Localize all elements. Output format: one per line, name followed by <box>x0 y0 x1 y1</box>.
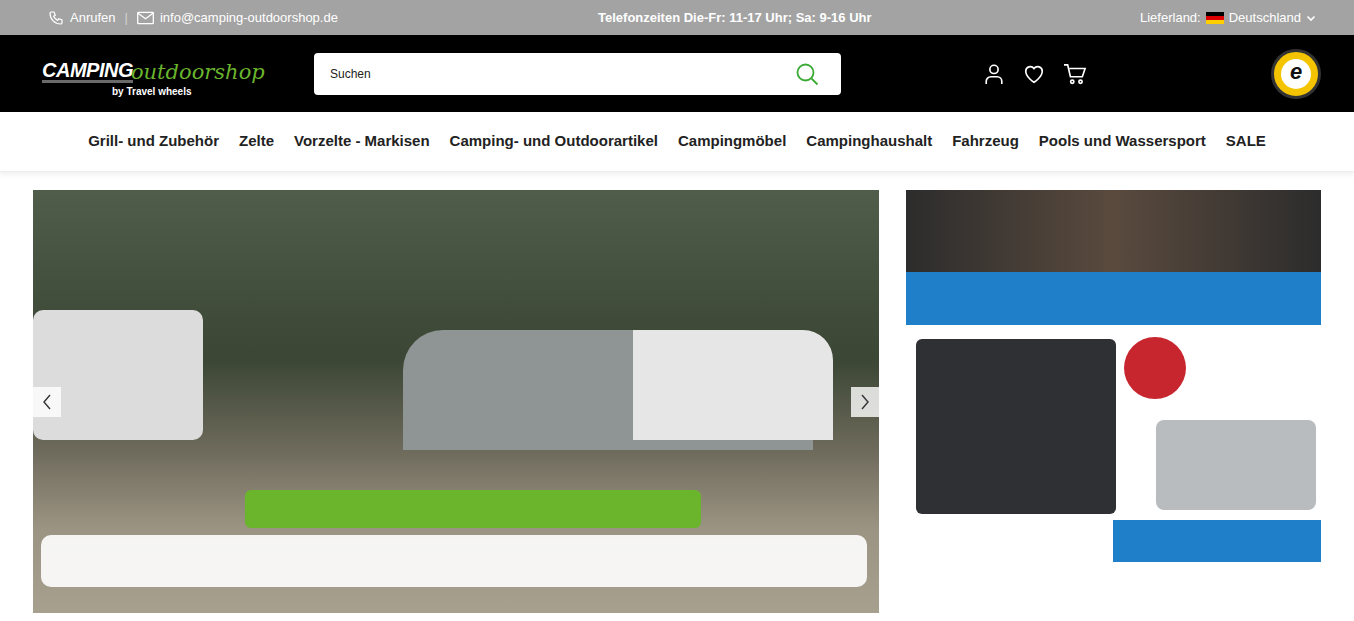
main-nav: Grill- und Zubehör Zelte Vorzelte - Markis… <box>0 112 1354 172</box>
country-label: Lieferland: <box>1140 8 1201 28</box>
email-link[interactable]: info@camping-outdoorshop.de <box>160 8 338 28</box>
mail-icon <box>137 11 154 25</box>
nav-item[interactable]: Campinghaushalt <box>806 130 932 153</box>
nav-item[interactable]: Vorzelte - Markisen <box>294 130 430 153</box>
account-icon[interactable] <box>983 63 1005 85</box>
call-link[interactable]: Anrufen <box>70 8 116 28</box>
hero-slider[interactable] <box>33 190 879 613</box>
chevron-left-icon <box>42 394 52 410</box>
cart-icon[interactable] <box>1063 63 1087 85</box>
nav-item[interactable]: Fahrzeug <box>952 130 1019 153</box>
promo-banner[interactable] <box>906 190 1321 613</box>
heart-icon[interactable] <box>1023 63 1045 85</box>
slider-prev-button[interactable] <box>33 387 61 417</box>
search-box <box>314 53 841 95</box>
slider-next-button[interactable] <box>851 387 879 417</box>
nav-item[interactable]: Grill- und Zubehör <box>88 130 219 153</box>
nav-item[interactable]: Camping- und Outdoorartikel <box>450 130 658 153</box>
nav-item[interactable]: SALE <box>1226 130 1266 153</box>
phone-hours: Telefonzeiten Die-Fr: 11-17 Uhr; Sa: 9-1… <box>598 8 872 28</box>
trusted-shops-badge[interactable]: e <box>1271 49 1321 99</box>
separator: | <box>122 8 131 28</box>
nav-item[interactable]: Zelte <box>239 130 274 153</box>
chevron-right-icon <box>860 394 870 410</box>
search-icon[interactable] <box>795 62 819 86</box>
nav-item[interactable]: Pools und Wassersport <box>1039 130 1206 153</box>
logo[interactable]: CAMPING outdoorshop by Travel wheels <box>0 48 314 99</box>
top-bar: Anrufen | info@camping-outdoorshop.de Te… <box>0 0 1354 35</box>
header: CAMPING outdoorshop by Travel wheels e <box>0 35 1354 112</box>
flag-icon <box>1206 12 1224 24</box>
chevron-down-icon <box>1306 13 1316 23</box>
nav-item[interactable]: Campingmöbel <box>678 130 786 153</box>
search-input[interactable] <box>330 65 795 83</box>
country-select[interactable]: Deutschland <box>1229 8 1301 28</box>
phone-icon <box>48 10 64 26</box>
